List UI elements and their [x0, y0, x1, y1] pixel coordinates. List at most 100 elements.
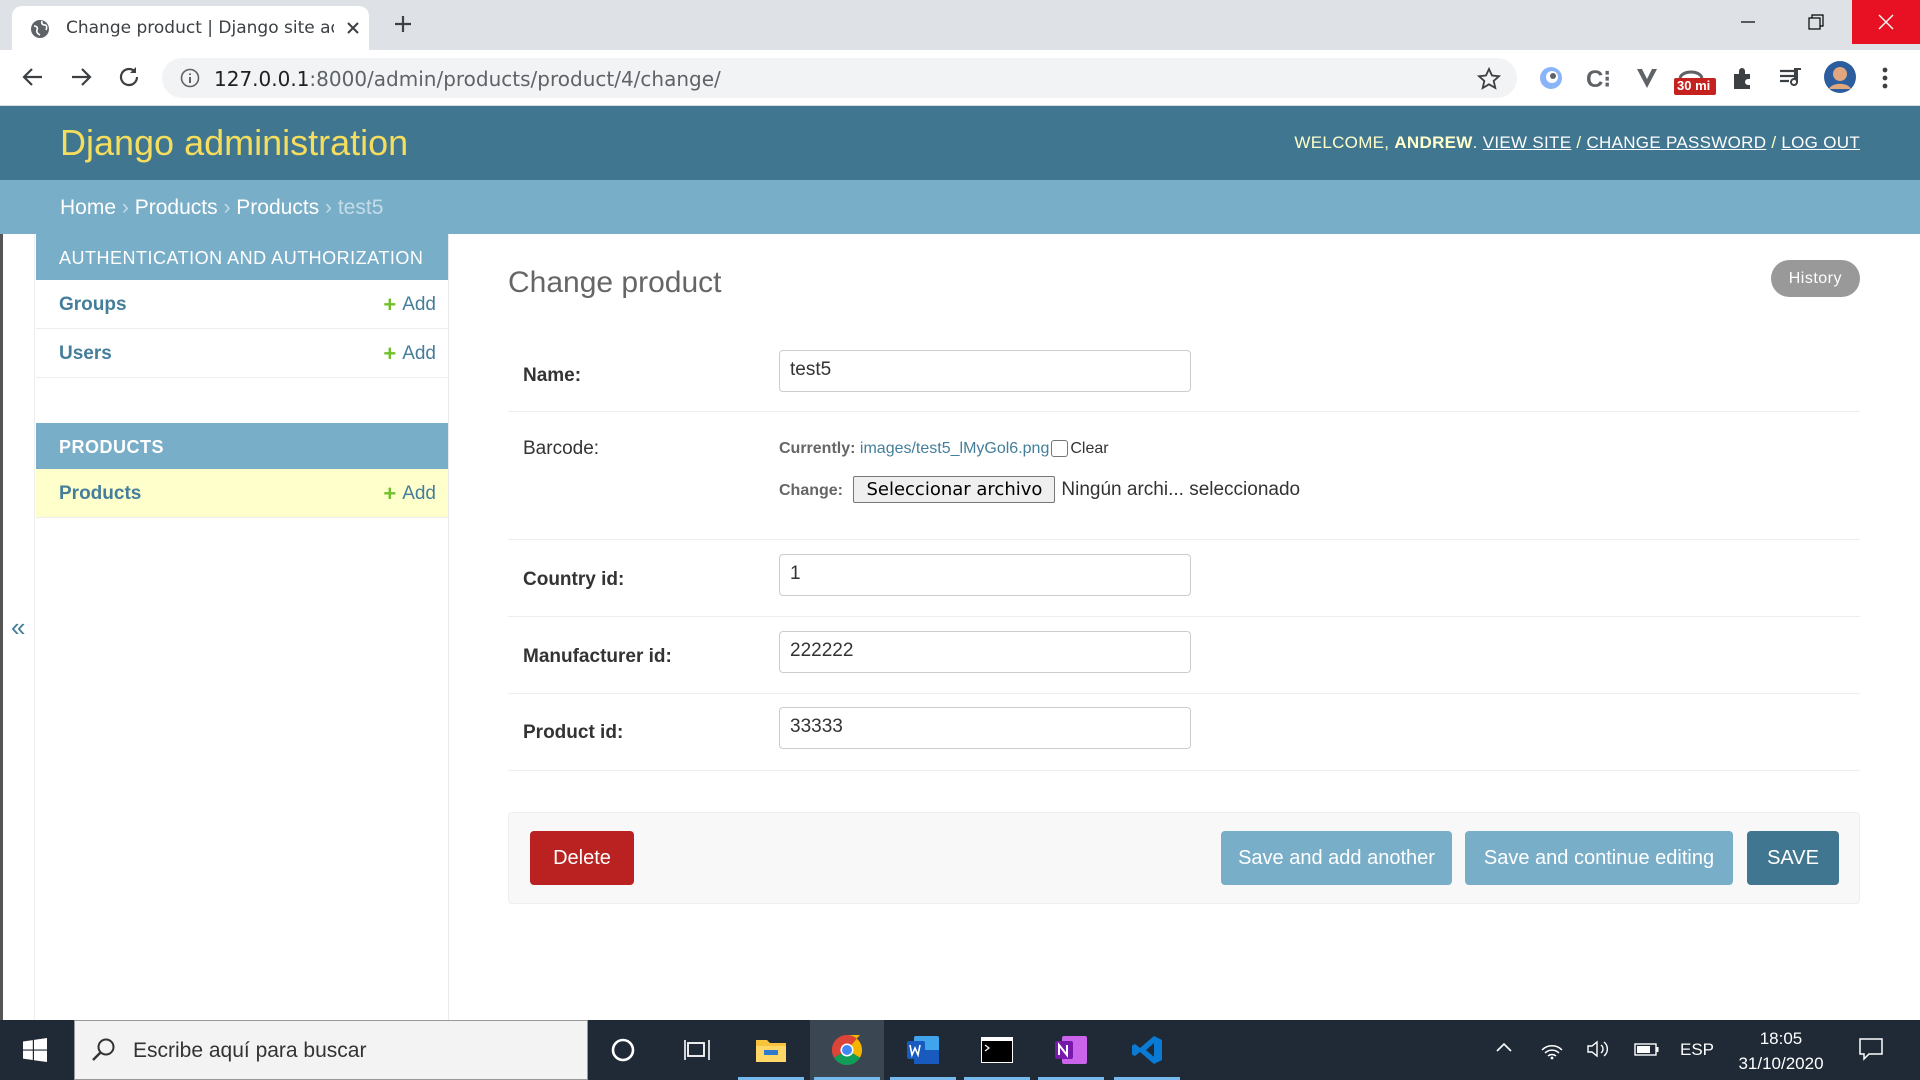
name-input[interactable]: test5 — [779, 350, 1191, 392]
plus-icon: + — [383, 341, 397, 366]
windows-taskbar: Escribe aquí para buscar ESP 18:05 31/10… — [0, 1020, 1920, 1080]
puzzle-extensions-icon[interactable] — [1730, 65, 1756, 91]
country-id-label: Country id: — [523, 569, 625, 590]
currently-label: Currently: — [779, 440, 856, 457]
save-and-add-another-button[interactable]: Save and add another — [1221, 831, 1452, 885]
product-id-input[interactable]: 33333 — [779, 707, 1191, 749]
breadcrumb-app[interactable]: Products — [135, 196, 218, 219]
extension-c-icon[interactable]: C⁝ — [1586, 65, 1611, 94]
current-file-link[interactable]: images/test5_lMyGol6.png — [860, 440, 1049, 457]
form-row-product-id: Product id: 33333 — [508, 694, 1860, 771]
welcome-text: Welcome, — [1294, 133, 1390, 152]
extension-v-icon[interactable] — [1634, 65, 1660, 91]
language-indicator[interactable]: ESP — [1680, 1040, 1714, 1060]
file-explorer-icon[interactable] — [734, 1020, 808, 1080]
sidebar-item-label[interactable]: Users — [59, 343, 112, 364]
onenote-icon[interactable] — [1034, 1020, 1108, 1080]
sidebar-item-groups[interactable]: Groups + Add — [36, 280, 448, 329]
add-products-link[interactable]: + Add — [383, 483, 436, 505]
add-label: Add — [402, 343, 436, 364]
add-groups-link[interactable]: + Add — [383, 294, 436, 316]
windows-start-icon[interactable] — [0, 1020, 70, 1080]
sidebar-item-products[interactable]: Products + Add — [36, 469, 448, 518]
module-auth: Authentication and Authorization Groups … — [36, 234, 448, 378]
form-row-barcode: Barcode: Currently: images/test5_lMyGol6… — [508, 412, 1860, 540]
no-file-text: Ningún archi... seleccionado — [1061, 479, 1301, 500]
module-caption-products[interactable]: Products — [36, 423, 448, 469]
add-label: Add — [402, 483, 436, 504]
task-view-icon[interactable] — [660, 1020, 734, 1080]
forward-arrow-icon[interactable] — [68, 64, 94, 90]
chrome-icon[interactable] — [810, 1020, 884, 1080]
save-and-continue-button[interactable]: Save and continue editing — [1465, 831, 1733, 885]
delete-button[interactable]: Delete — [530, 831, 634, 885]
battery-icon[interactable] — [1634, 1038, 1660, 1060]
globe-icon — [30, 19, 50, 39]
view-site-link[interactable]: View site — [1483, 133, 1572, 152]
reload-icon[interactable] — [116, 64, 142, 90]
extension-distance-icon[interactable]: 30 mi — [1674, 62, 1716, 96]
volume-icon[interactable] — [1586, 1038, 1610, 1060]
breadcrumb-separator: › — [325, 196, 332, 219]
collapse-sidebar-icon: « — [11, 612, 26, 642]
plus-icon: + — [383, 292, 397, 317]
profile-avatar[interactable] — [1824, 61, 1856, 93]
page-title: Change product — [508, 266, 722, 299]
breadcrumb-current: test5 — [337, 196, 384, 219]
country-id-input[interactable]: 1 — [779, 554, 1191, 596]
breadcrumb-home[interactable]: Home — [60, 196, 116, 219]
add-label: Add — [402, 294, 436, 315]
restore-icon[interactable] — [1782, 0, 1850, 44]
address-bar[interactable]: 127.0.0.1:8000/admin/products/product/4/… — [162, 58, 1517, 98]
breadcrumb-separator: › — [121, 196, 129, 219]
change-password-link[interactable]: Change password — [1586, 133, 1766, 152]
word-icon[interactable] — [886, 1020, 960, 1080]
bookmark-star-icon[interactable] — [1477, 67, 1501, 91]
history-button[interactable]: History — [1770, 260, 1860, 297]
minimize-icon[interactable] — [1714, 0, 1782, 44]
cortana-icon[interactable] — [586, 1020, 660, 1080]
sidebar-item-label[interactable]: Products — [59, 483, 141, 504]
save-button[interactable]: SAVE — [1747, 831, 1839, 885]
manufacturer-id-input[interactable]: 222222 — [779, 631, 1191, 673]
clear-checkbox[interactable] — [1051, 440, 1069, 458]
breadcrumb-model[interactable]: Products — [236, 196, 319, 219]
name-label: Name: — [523, 365, 582, 386]
vscode-icon[interactable] — [1110, 1020, 1184, 1080]
taskbar-clock[interactable]: 18:05 31/10/2020 — [1722, 1026, 1840, 1076]
close-window-icon[interactable] — [1852, 0, 1920, 44]
back-arrow-icon[interactable] — [20, 64, 46, 90]
clear-label[interactable]: Clear — [1070, 440, 1108, 457]
clock-time: 18:05 — [1759, 1029, 1803, 1048]
barcode-current: Currently: images/test5_lMyGol6.png Clear — [779, 440, 1109, 458]
terminal-icon[interactable] — [960, 1020, 1034, 1080]
choose-file-button[interactable]: Seleccionar archivo — [853, 476, 1056, 503]
form-row-name: Name: test5 — [508, 338, 1860, 412]
sidebar-toggle[interactable]: « — [3, 234, 35, 1020]
sidebar-item-users[interactable]: Users + Add — [36, 329, 448, 378]
username: Andrew — [1394, 133, 1473, 152]
chevron-up-icon[interactable] — [1494, 1038, 1514, 1058]
media-queue-icon[interactable] — [1778, 65, 1804, 91]
sidebar-item-label[interactable]: Groups — [59, 294, 127, 315]
chrome-menu-icon[interactable] — [1880, 65, 1890, 91]
module-caption-auth[interactable]: Authentication and Authorization — [36, 234, 448, 280]
extension-circle-icon[interactable] — [1538, 65, 1564, 91]
add-users-link[interactable]: + Add — [383, 343, 436, 365]
close-tab-icon[interactable] — [345, 20, 361, 36]
info-icon[interactable] — [180, 68, 200, 88]
extension-badge: 30 mi — [1677, 78, 1711, 93]
site-branding[interactable]: Django administration — [60, 122, 408, 164]
wifi-icon[interactable] — [1540, 1038, 1564, 1060]
new-tab-icon[interactable] — [393, 14, 413, 34]
url-text: 127.0.0.1:8000/admin/products/product/4/… — [214, 67, 721, 91]
browser-toolbar: 127.0.0.1:8000/admin/products/product/4/… — [0, 50, 1920, 106]
product-id-label: Product id: — [523, 722, 624, 743]
log-out-link[interactable]: Log out — [1781, 133, 1860, 152]
clock-date: 31/10/2020 — [1738, 1054, 1824, 1073]
search-icon — [91, 1037, 117, 1063]
browser-tab[interactable]: Change product | Django site admin — [12, 6, 369, 50]
nav-sidebar: Authentication and Authorization Groups … — [36, 234, 449, 1020]
notifications-icon[interactable] — [1858, 1036, 1884, 1062]
taskbar-search[interactable]: Escribe aquí para buscar — [74, 1020, 588, 1080]
